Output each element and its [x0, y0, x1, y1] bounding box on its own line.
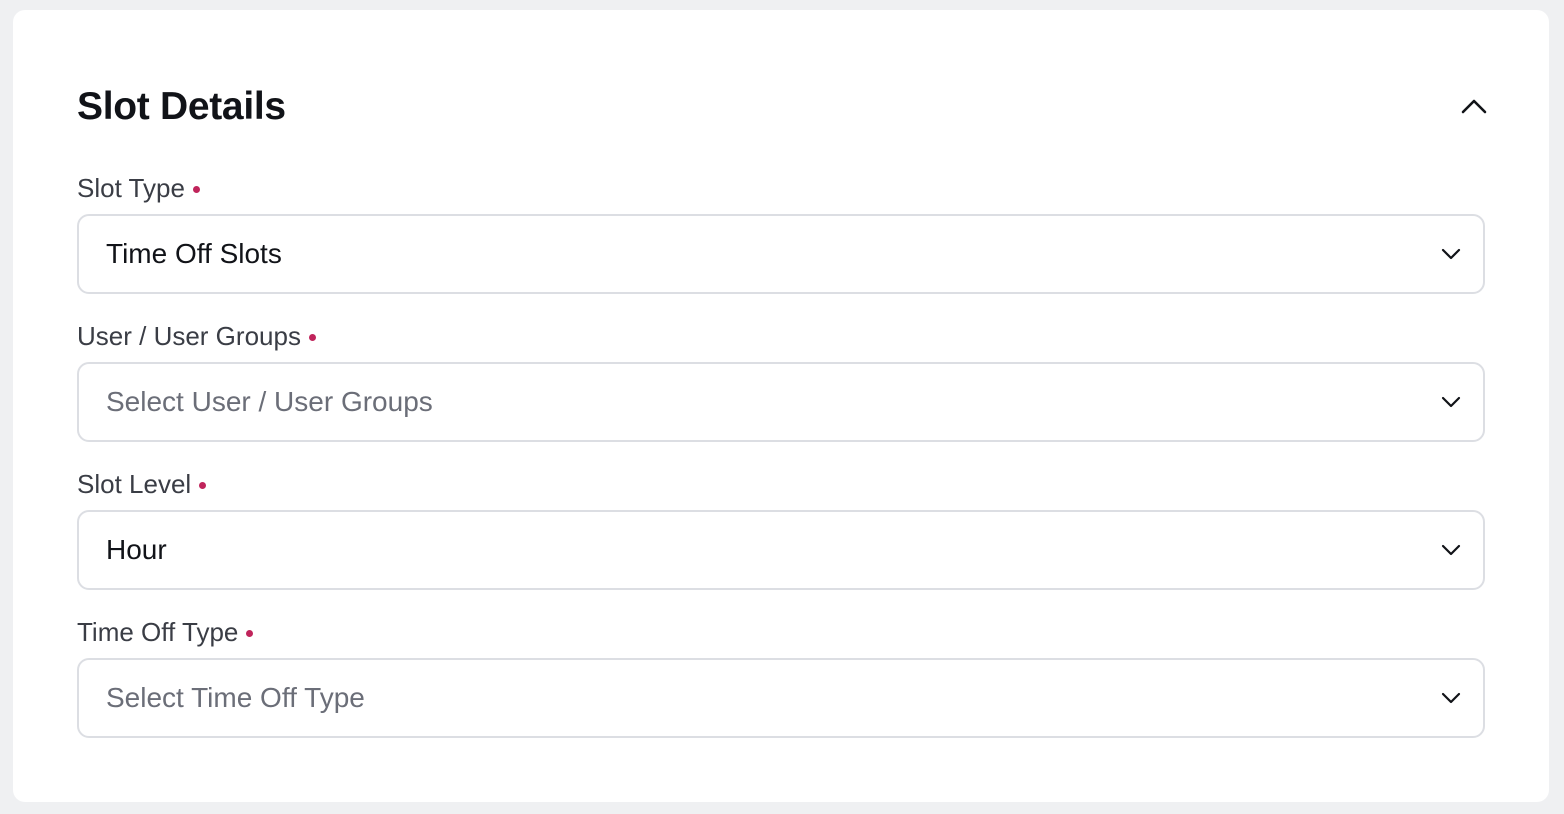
slot-level-label: Slot Level: [77, 468, 207, 500]
user-groups-placeholder: Select User / User Groups: [106, 386, 433, 417]
slot-level-label-text: Slot Level: [77, 469, 192, 499]
slot-type-label: Slot Type: [77, 172, 200, 204]
required-indicator: [199, 482, 207, 489]
slot-level-selected-value: Hour: [106, 534, 167, 565]
chevron-down-icon: [1441, 544, 1461, 556]
time-off-type-select[interactable]: Select Time Off Type: [77, 658, 1485, 738]
section-header: Slot Details: [77, 82, 1487, 132]
slot-type-label-text: Slot Type: [77, 173, 185, 203]
section-title: Slot Details: [77, 85, 286, 128]
required-indicator: [246, 630, 254, 637]
collapse-section-button[interactable]: [1457, 90, 1491, 124]
slot-level-select[interactable]: Hour: [77, 510, 1485, 590]
chevron-down-icon: [1441, 396, 1461, 408]
slot-type-selected-value: Time Off Slots: [106, 238, 282, 269]
user-groups-label: User / User Groups: [77, 320, 316, 352]
user-groups-label-text: User / User Groups: [77, 321, 301, 351]
time-off-type-label-text: Time Off Type: [77, 617, 239, 647]
slot-details-card: Slot Details Slot Type Time Off Slots Us…: [13, 10, 1549, 802]
slot-type-select[interactable]: Time Off Slots: [77, 214, 1485, 294]
chevron-down-icon: [1441, 692, 1461, 704]
required-indicator: [192, 186, 200, 193]
chevron-down-icon: [1441, 248, 1461, 260]
time-off-type-label: Time Off Type: [77, 616, 254, 648]
required-indicator: [308, 334, 316, 341]
user-groups-select[interactable]: Select User / User Groups: [77, 362, 1485, 442]
time-off-type-placeholder: Select Time Off Type: [106, 682, 365, 713]
chevron-up-icon: [1461, 99, 1487, 114]
